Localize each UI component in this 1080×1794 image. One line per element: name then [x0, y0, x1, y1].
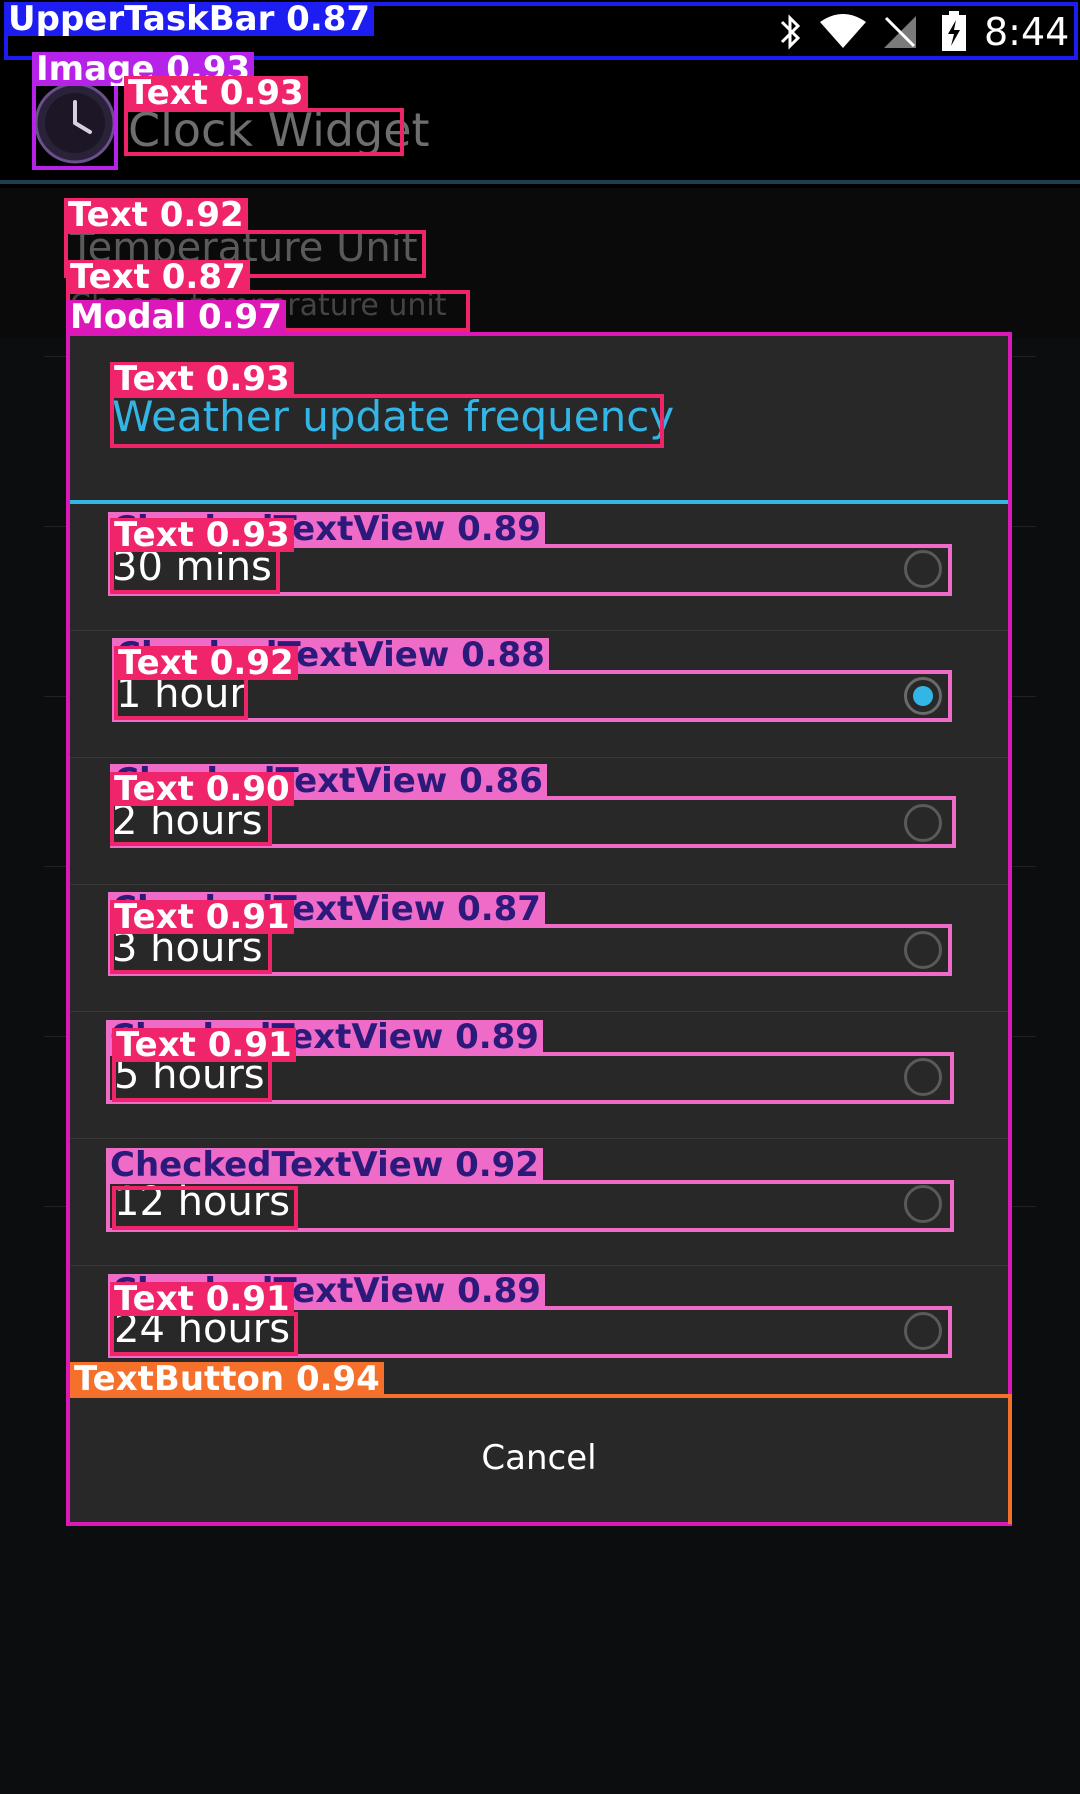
- detection-box: [110, 394, 664, 448]
- detection-box: [124, 108, 404, 156]
- detection-label: Modal 0.97: [66, 300, 286, 334]
- detection-label: Text 0.93: [110, 518, 294, 552]
- detection-box: [110, 1312, 298, 1356]
- detection-label: TextButton 0.94: [70, 1362, 384, 1396]
- detection-box: [32, 82, 118, 170]
- detection-box: [110, 802, 272, 846]
- detection-label: Text 0.91: [110, 900, 294, 934]
- detection-label: Text 0.93: [110, 362, 294, 396]
- detection-label: Text 0.91: [110, 1282, 294, 1316]
- detection-box: [112, 1058, 272, 1102]
- detection-label: Text 0.92: [64, 198, 248, 232]
- detection-label: Text 0.93: [124, 76, 308, 110]
- detection-label: UpperTaskBar 0.87: [4, 2, 375, 36]
- detection-box: [110, 548, 280, 594]
- detection-label: Text 0.92: [114, 646, 298, 680]
- detection-box: [114, 676, 248, 720]
- detection-label: Text 0.90: [110, 772, 294, 806]
- detection-box: [70, 1394, 1012, 1524]
- detection-label: Text 0.87: [66, 260, 250, 294]
- detection-box: [112, 1186, 298, 1230]
- detection-label: Text 0.91: [112, 1028, 296, 1062]
- detection-label: CheckedTextView 0.92: [106, 1148, 543, 1182]
- detection-box: [110, 930, 272, 974]
